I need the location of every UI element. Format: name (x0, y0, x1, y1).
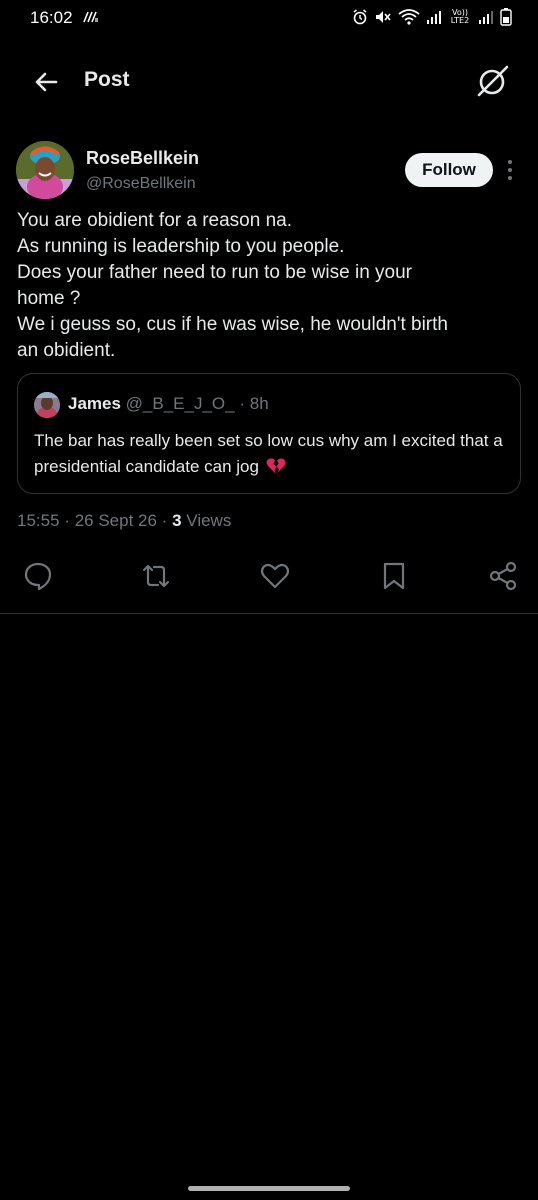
quote-time: 8h (249, 394, 269, 413)
repost-icon[interactable] (140, 560, 172, 592)
wifi-icon (398, 9, 420, 25)
mute-icon (376, 11, 391, 23)
author-handle[interactable]: @RoseBellkein (86, 175, 196, 193)
share-icon[interactable] (487, 560, 519, 592)
meta-separator: · (64, 511, 70, 530)
action-bar (0, 556, 538, 596)
quote-author-name: James (68, 394, 121, 413)
post-text-line: an obidient. (17, 340, 116, 361)
follow-button[interactable]: Follow (405, 153, 493, 187)
home-indicator[interactable] (188, 1186, 350, 1191)
post-text-line: You are obidient for a reason na. (17, 210, 292, 231)
signal-icon-2 (479, 11, 493, 24)
top-app-bar: Post (0, 52, 538, 110)
bookmark-icon[interactable] (378, 560, 410, 592)
views-label[interactable]: Views (186, 511, 231, 530)
grok-icon[interactable] (476, 64, 510, 98)
post-text-line: home ? (17, 288, 81, 309)
battery-icon (500, 8, 512, 26)
post-text: You are obidient for a reason na. As run… (17, 208, 522, 364)
status-right-icons: Vo)) LTE2 (352, 6, 512, 28)
meta-separator: · (161, 511, 168, 530)
quote-separator: · (239, 394, 246, 413)
quote-author-avatar (34, 392, 60, 418)
divider (0, 613, 538, 614)
author-name[interactable]: RoseBellkein (86, 148, 199, 169)
quote-text-block: The bar has really been set so low cus w… (34, 428, 510, 480)
page-title: Post (84, 68, 130, 91)
like-icon[interactable] (259, 560, 291, 592)
status-time: 16:02 (30, 8, 73, 27)
views-count[interactable]: 3 (172, 511, 181, 530)
alarm-icon (353, 9, 367, 25)
quote-header: James @_B_E_J_O_ · 8h (68, 394, 269, 414)
arrow-left-icon[interactable] (30, 66, 62, 98)
post-time: 15:55 (17, 511, 60, 530)
more-options-icon[interactable] (500, 156, 520, 184)
post-meta: 15:55 · 26 Sept 26 · 3 Views (17, 511, 231, 531)
author-avatar[interactable] (16, 141, 74, 199)
quote-author-handle: @_B_E_J_O_ (125, 394, 235, 413)
post-date: 26 Sept 26 (74, 511, 157, 530)
status-bar: 16:02 Vo)) LTE2 (0, 0, 538, 36)
broken-heart-icon (266, 458, 286, 474)
signal-icon (427, 11, 441, 24)
lte-label: Vo)) LTE2 (450, 8, 470, 25)
post-text-line: As running is leadership to you people. (17, 236, 345, 257)
post-text-line: We i geuss so, cus if he was wise, he wo… (17, 314, 448, 335)
reply-icon[interactable] (22, 560, 54, 592)
quoted-post[interactable]: James @_B_E_J_O_ · 8h The bar has really… (17, 373, 521, 494)
network-activity-icon (83, 11, 98, 23)
post-text-line: Does your father need to run to be wise … (17, 262, 413, 283)
